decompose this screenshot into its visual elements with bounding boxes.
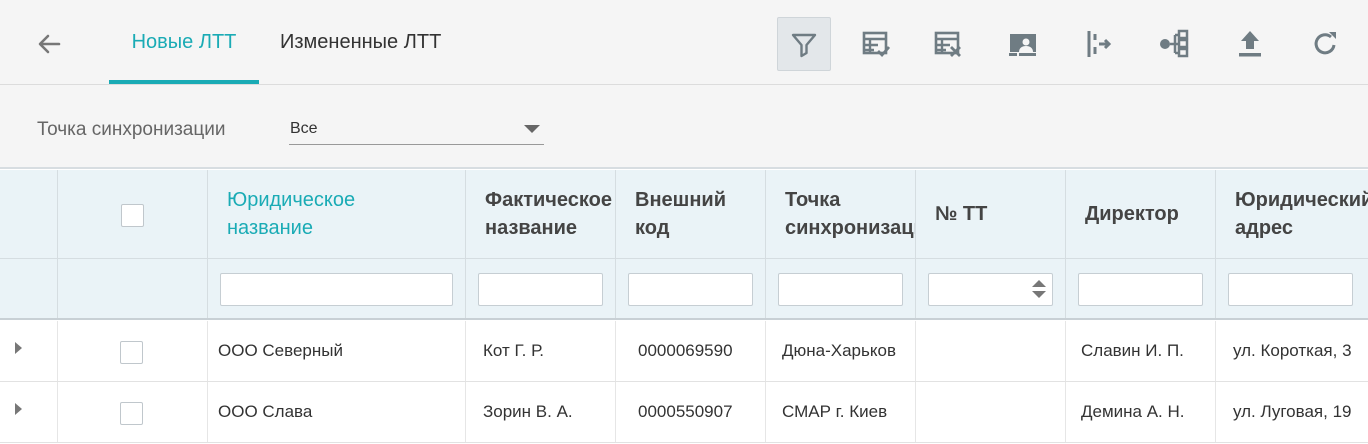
upload-icon (1239, 31, 1261, 57)
back-button[interactable] (33, 28, 65, 60)
tab-new-ltt[interactable]: Новые ЛТТ (109, 0, 259, 84)
grid-header: Юридическое название Фактическое названи… (0, 170, 1368, 320)
cell-external-code: 0000550907 (616, 382, 766, 442)
chevron-down-icon (524, 125, 540, 133)
cell-sync-point: Дюна-Харьков (766, 321, 916, 381)
cell-director: Славин И. П. (1066, 321, 1216, 381)
legal-name-filter-input[interactable] (220, 273, 453, 306)
cell-director: Демина А. Н. (1066, 382, 1216, 442)
arrow-left-icon (38, 34, 61, 54)
cell-external-code: 0000069590 (616, 321, 766, 381)
column-header-legal-address-label: Юридический адрес (1235, 189, 1368, 239)
table-check-icon (862, 31, 891, 58)
external-code-filter-input[interactable] (628, 273, 753, 306)
sync-point-select[interactable]: Все (289, 115, 544, 145)
sync-point-filter-label: Точка синхронизации (37, 119, 226, 140)
sync-point-filter-input[interactable] (778, 273, 903, 306)
filter-icon (791, 33, 817, 58)
row-checkbox[interactable] (120, 341, 143, 364)
column-header-sync-point[interactable]: Точка синхронизации (766, 170, 916, 258)
person-card-icon (1009, 34, 1036, 56)
table-row[interactable]: ООО Слава Зорин В. А. 0000550907 СМАР г.… (0, 382, 1368, 443)
expander-column-header (0, 170, 58, 258)
filter-cell-sync-point (766, 258, 916, 318)
tt-number-filter-input[interactable] (928, 273, 1053, 306)
filter-cell-empty (58, 258, 208, 318)
select-cell (58, 321, 208, 381)
refresh-button[interactable] (1298, 17, 1352, 71)
upload-button[interactable] (1223, 17, 1277, 71)
hierarchy-button[interactable] (1146, 17, 1200, 71)
split-arrow-button[interactable] (1069, 17, 1123, 71)
split-arrow-icon (1087, 31, 1112, 57)
cell-legal-address: ул. Луговая, 19 (1233, 402, 1352, 421)
filter-button[interactable] (777, 17, 831, 71)
cell-tt-number (916, 321, 1066, 381)
filter-cell-director (1066, 258, 1216, 318)
legal-address-filter-input[interactable] (1228, 273, 1353, 306)
row-checkbox[interactable] (120, 402, 143, 425)
tab-changed-ltt[interactable]: Измененные ЛТТ (280, 0, 441, 84)
cell-legal-address: ул. Короткая, 3 (1233, 341, 1352, 360)
active-tab-indicator (109, 80, 259, 84)
expander-cell (0, 382, 58, 442)
filter-cell-empty (0, 258, 58, 318)
filter-cell-tt-number (916, 258, 1066, 318)
filter-cell-legal-name (208, 258, 466, 318)
select-cell (58, 382, 208, 442)
expander-cell (0, 321, 58, 381)
column-header-external-code-label: Внешний код (635, 189, 726, 239)
column-header-director[interactable]: Директор (1066, 170, 1216, 258)
cell-actual-name: Кот Г. Р. (466, 321, 616, 381)
filter-cell-actual-name (466, 258, 616, 318)
hierarchy-icon (1160, 29, 1189, 58)
tab-new-ltt-label: Новые ЛТТ (131, 30, 237, 53)
column-header-external-code[interactable]: Внешний код (616, 170, 766, 258)
column-header-tt-number[interactable]: № ТТ (916, 170, 1066, 258)
column-header-sync-point-label: Точка синхронизации (785, 189, 915, 239)
column-header-legal-name[interactable]: Юридическое название (208, 170, 466, 258)
cell-tt-number (916, 382, 1066, 442)
person-card-button[interactable] (996, 17, 1050, 71)
refresh-icon (1314, 32, 1336, 55)
cell-legal-name: ООО Северный (208, 321, 466, 381)
column-header-tt-number-label: № ТТ (935, 203, 988, 225)
select-all-checkbox[interactable] (121, 204, 144, 227)
tab-changed-ltt-label: Измененные ЛТТ (280, 30, 442, 53)
table-remove-button[interactable] (921, 17, 975, 71)
top-toolbar: Новые ЛТТ Измененные ЛТТ (0, 0, 1368, 85)
column-header-legal-address[interactable]: Юридический адрес (1216, 170, 1368, 258)
select-all-column-header (58, 170, 208, 258)
expand-row-icon[interactable] (15, 403, 22, 415)
filter-cell-external-code (616, 258, 766, 318)
sync-point-select-value: Все (290, 120, 318, 137)
actual-name-filter-input[interactable] (478, 273, 603, 306)
filter-panel: Точка синхронизации Все (0, 85, 1368, 169)
expand-row-icon[interactable] (15, 342, 22, 354)
column-header-legal-name-label: Юридическое название (227, 189, 356, 239)
table-remove-icon (934, 31, 961, 57)
number-spinner-icon[interactable] (1032, 280, 1046, 300)
column-header-director-label: Директор (1085, 203, 1179, 225)
filter-cell-legal-address (1216, 258, 1368, 318)
cell-legal-name: ООО Слава (208, 382, 466, 442)
cell-sync-point: СМАР г. Киев (766, 382, 916, 442)
table-check-button[interactable] (849, 17, 903, 71)
column-header-actual-name[interactable]: Фактическое название (466, 170, 616, 258)
director-filter-input[interactable] (1078, 273, 1203, 306)
table-row[interactable]: ООО Северный Кот Г. Р. 0000069590 Дюна-Х… (0, 321, 1368, 382)
cell-actual-name: Зорин В. А. (466, 382, 616, 442)
column-header-actual-name-label: Фактическое название (485, 189, 612, 239)
